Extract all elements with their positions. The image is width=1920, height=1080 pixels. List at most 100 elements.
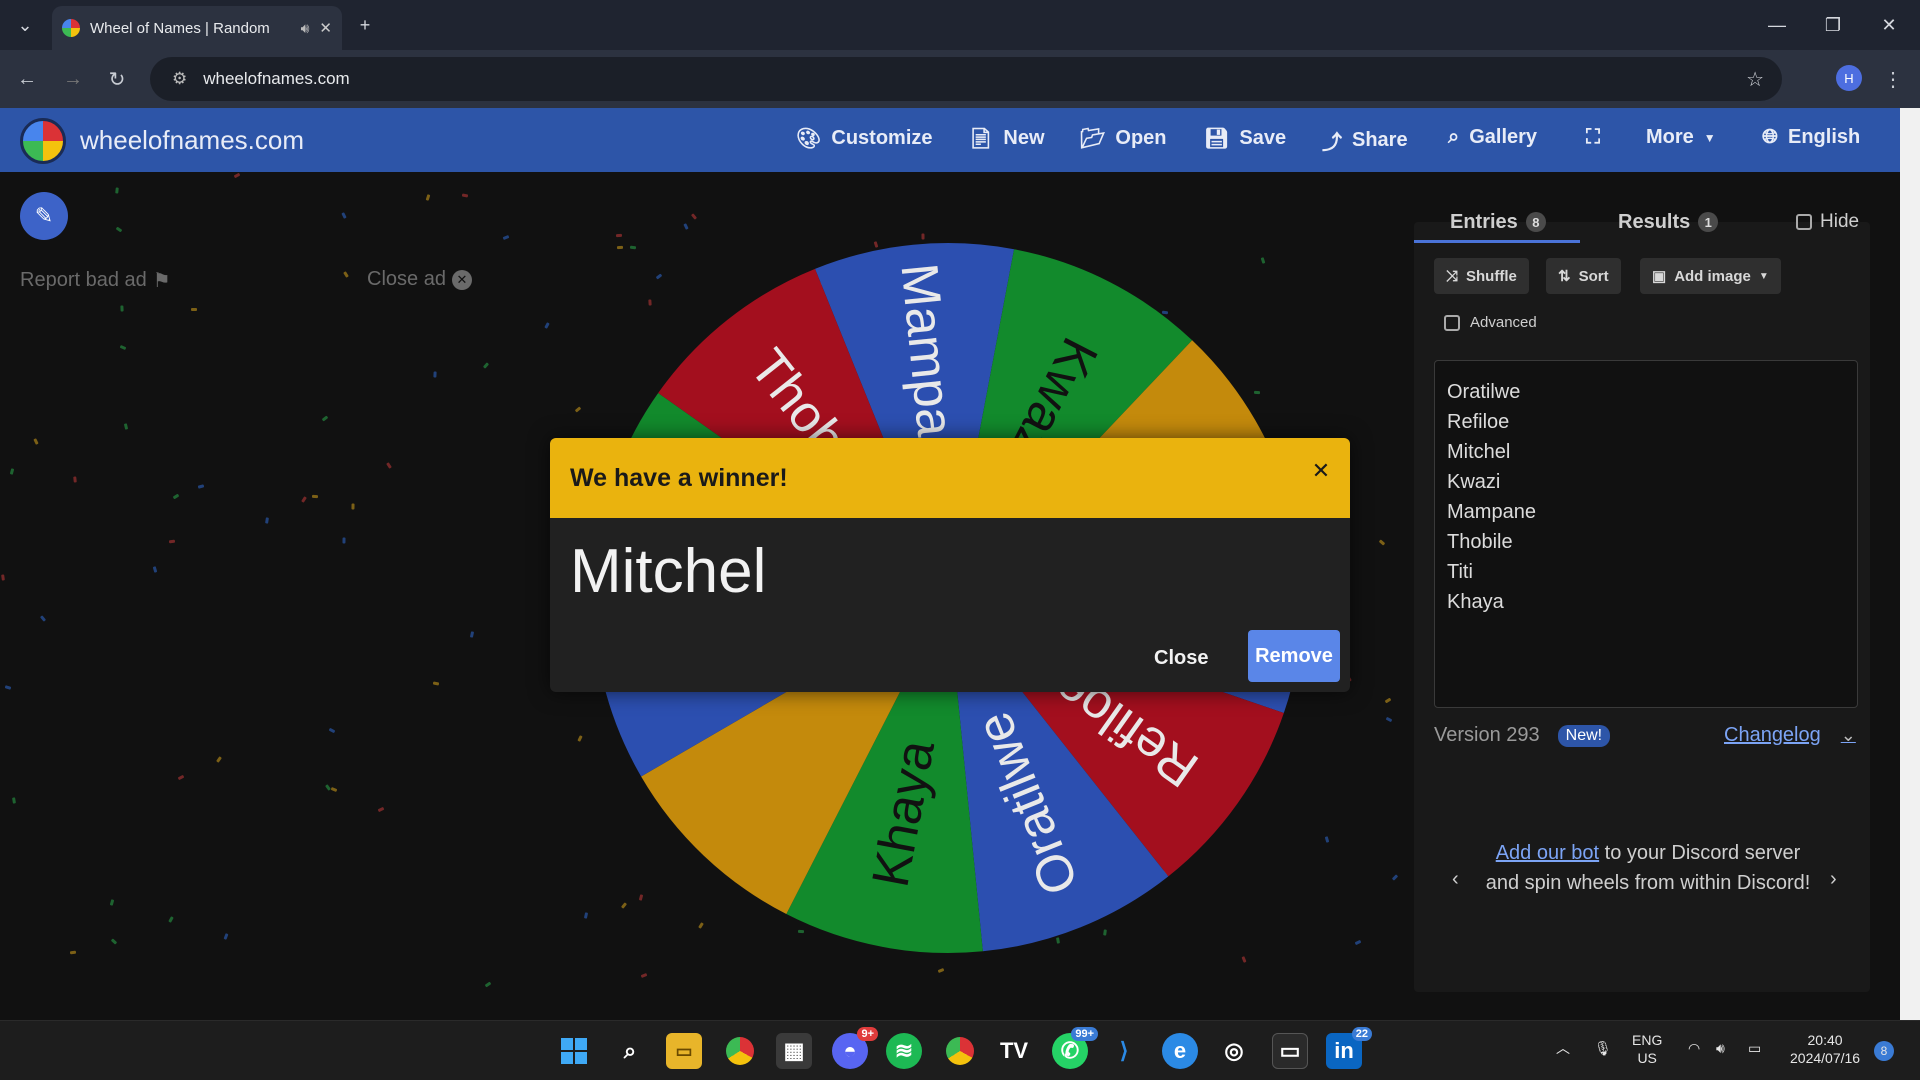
advanced-checkbox[interactable] xyxy=(1444,314,1460,331)
minimize-icon[interactable]: — xyxy=(1754,8,1800,42)
tray-overflow-icon[interactable]: ︿ xyxy=(1556,1039,1570,1057)
entry-line[interactable]: Thobile xyxy=(1447,527,1845,557)
wheel-logo-icon[interactable] xyxy=(20,118,66,164)
entry-line[interactable]: Refiloe xyxy=(1447,407,1845,437)
page-scrollbar[interactable] xyxy=(1900,108,1920,1020)
confetti-piece xyxy=(172,493,180,500)
volume-icon[interactable]: 🔊︎ xyxy=(1716,1039,1725,1057)
linkedin-icon[interactable]: in 22 xyxy=(1326,1027,1372,1069)
entry-line[interactable]: Khaya xyxy=(1447,587,1845,617)
version-text: Version 293 xyxy=(1434,724,1540,746)
browser-tab[interactable]: Wheel of Names | Random 🔊︎ ✕ xyxy=(52,6,342,50)
entry-line[interactable]: Oratilwe xyxy=(1447,377,1845,407)
hide-checkbox[interactable] xyxy=(1796,214,1812,230)
add-bot-link[interactable]: Add our bot xyxy=(1496,842,1599,864)
menu-more[interactable]: More ▼ xyxy=(1646,126,1716,149)
battery-icon[interactable]: ▭ xyxy=(1748,1039,1761,1057)
confetti-piece xyxy=(1384,697,1392,704)
entry-line[interactable]: Titi xyxy=(1447,557,1845,587)
menu-language[interactable]: 🌐︎ English xyxy=(1762,126,1860,149)
language-indicator[interactable]: ENG US xyxy=(1632,1031,1662,1067)
entries-textarea[interactable]: Oratilwe Refiloe Mitchel Kwazi Mampane Thobil… xyxy=(1434,360,1858,708)
notification-badge[interactable]: 8 xyxy=(1874,1041,1894,1061)
clock[interactable]: 20:40 2024/07/16 xyxy=(1790,1031,1860,1067)
menu-label: Customize xyxy=(831,127,933,149)
menu-share[interactable]: ⤴ Share xyxy=(1322,126,1408,155)
add-image-label: Add image xyxy=(1674,267,1751,285)
new-tab-icon[interactable]: + xyxy=(350,10,380,40)
menu-fullscreen[interactable]: ⛶ xyxy=(1586,126,1600,149)
confetti-piece xyxy=(216,756,222,763)
menu-open[interactable]: 📂︎ Open xyxy=(1080,126,1167,151)
shuffle-icon: ⤨ xyxy=(1446,267,1459,285)
windows-start-icon[interactable] xyxy=(556,1033,592,1069)
floppy-icon: 💾︎ xyxy=(1204,128,1230,150)
chrome-profile-icon[interactable] xyxy=(942,1033,978,1069)
search-icon[interactable]: ⌕ xyxy=(612,1033,648,1069)
site-info-icon[interactable]: ⚙ xyxy=(172,69,187,89)
brand-name[interactable]: wheelofnames.com xyxy=(80,125,304,156)
dialog-header: We have a winner! xyxy=(550,438,1350,518)
menu-customize[interactable]: 🎨︎ Customize xyxy=(796,126,933,151)
profile-avatar[interactable]: H xyxy=(1836,65,1862,91)
changelog-link[interactable]: Changelog ⌄ xyxy=(1724,724,1856,747)
discord-promo: Add our bot to your Discord server and s… xyxy=(1480,838,1816,898)
back-icon[interactable]: ← xyxy=(10,62,44,96)
reload-icon[interactable]: ↻ xyxy=(100,62,134,96)
tab-entries[interactable]: Entries 8 xyxy=(1450,202,1546,242)
report-ad-label: Report bad ad xyxy=(20,269,147,291)
add-image-button[interactable]: ▣ Add image ▼ xyxy=(1640,258,1781,294)
confetti-piece xyxy=(328,727,336,734)
report-ad-link[interactable]: Report bad ad ⚑ xyxy=(20,268,171,293)
tradingview-icon[interactable]: TV xyxy=(996,1033,1032,1069)
vscode-icon[interactable]: ⟩ xyxy=(1106,1033,1142,1069)
bookmark-star-icon[interactable]: ☆ xyxy=(1746,67,1764,92)
microphone-icon[interactable]: 🎙︎ xyxy=(1594,1039,1612,1057)
tab-close-icon[interactable]: ✕ xyxy=(319,19,332,37)
spotify-icon[interactable]: ≋ xyxy=(886,1033,922,1069)
hide-toggle[interactable]: Hide xyxy=(1796,202,1859,242)
entry-line[interactable]: Kwazi xyxy=(1447,467,1845,497)
carousel-prev-icon[interactable]: ‹ xyxy=(1452,868,1459,891)
menu-new[interactable]: 📄︎ New xyxy=(968,126,1045,151)
palette-icon: 🎨︎ xyxy=(796,128,822,150)
whatsapp-icon[interactable]: ✆ 99+ xyxy=(1052,1027,1098,1069)
tab-results[interactable]: Results 1 xyxy=(1618,202,1719,242)
menu-save[interactable]: 💾︎ Save xyxy=(1204,126,1286,151)
speaker-icon[interactable]: 🔊︎ xyxy=(301,20,310,37)
microsoft-store-icon[interactable]: ▦ xyxy=(776,1033,812,1069)
entry-line[interactable]: Mitchel xyxy=(1447,437,1845,467)
menu-gallery[interactable]: ⌕ Gallery xyxy=(1448,126,1537,149)
windows-taskbar: ⌕ ▭ ▦ ◓ 9+ ≋ TV ✆ 99+ ⟩ e ◎ ▭ in 22 ︿ 🎙︎ EN… xyxy=(0,1020,1920,1080)
advanced-label: Advanced xyxy=(1470,314,1537,331)
address-bar[interactable]: ⚙ wheelofnames.com ☆ xyxy=(150,57,1782,101)
remove-button[interactable]: Remove xyxy=(1248,630,1340,682)
advanced-toggle[interactable]: Advanced xyxy=(1444,314,1537,331)
window-close-icon[interactable]: ✕ xyxy=(1866,8,1912,42)
restore-icon[interactable]: ❐ xyxy=(1810,8,1856,42)
menu-label: Open xyxy=(1115,127,1167,149)
entry-line[interactable]: Mampane xyxy=(1447,497,1845,527)
close-button[interactable]: Close xyxy=(1154,638,1208,678)
close-ad-link[interactable]: Close ad ✕ xyxy=(367,268,472,291)
discord-icon[interactable]: ◓ 9+ xyxy=(832,1027,878,1069)
shuffle-button[interactable]: ⤨ Shuffle xyxy=(1434,258,1529,294)
edge-icon[interactable]: e xyxy=(1162,1033,1198,1069)
chrome-icon[interactable] xyxy=(722,1033,758,1069)
terminal-icon[interactable]: ▭ xyxy=(1272,1033,1308,1069)
dialog-close-icon[interactable]: ✕ xyxy=(1306,456,1336,486)
forward-icon[interactable]: → xyxy=(56,62,90,96)
browser-menu-icon[interactable]: ⋮ xyxy=(1876,62,1910,96)
carousel-next-icon[interactable]: › xyxy=(1830,868,1837,891)
file-explorer-icon[interactable]: ▭ xyxy=(666,1033,702,1069)
confetti-piece xyxy=(152,566,158,573)
wifi-icon[interactable]: ◠ xyxy=(1688,1039,1700,1057)
tab-search-dropdown-icon[interactable]: ⌄ xyxy=(10,10,40,40)
confetti-piece xyxy=(482,362,490,369)
chevron-down-icon[interactable]: ⌄ xyxy=(1841,725,1856,746)
edit-pencil-button[interactable]: ✎ xyxy=(20,192,68,240)
sort-button[interactable]: ⇅ Sort xyxy=(1546,258,1621,294)
caret-down-icon: ▼ xyxy=(1758,270,1769,282)
confetti-piece xyxy=(640,973,648,978)
obs-icon[interactable]: ◎ xyxy=(1216,1033,1252,1069)
